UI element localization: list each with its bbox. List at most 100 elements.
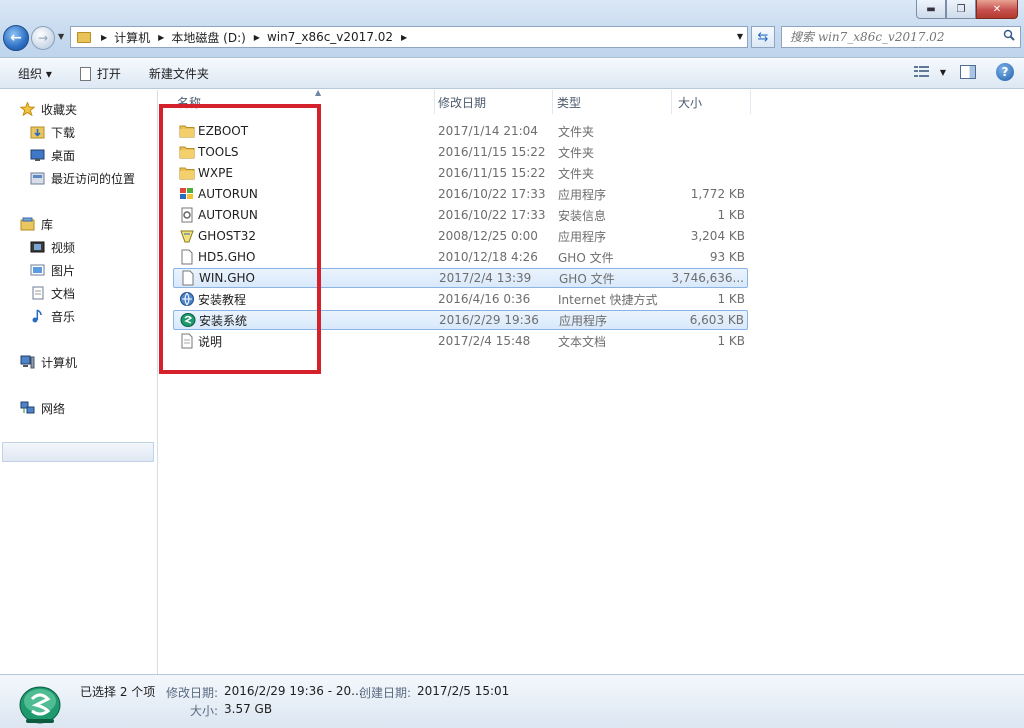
file-modified-date: 2008/12/25 0:00 <box>438 229 538 243</box>
nav-label: 视频 <box>51 240 76 255</box>
organize-button[interactable]: 组织 ▾ <box>12 63 58 85</box>
address-dropdown-icon[interactable]: ▼ <box>737 32 743 41</box>
file-type: 文件夹 <box>558 166 595 181</box>
column-header-date[interactable]: 修改日期 <box>438 90 553 114</box>
file-type: 文本文档 <box>558 334 607 349</box>
column-header-size[interactable]: 大小 <box>678 90 751 114</box>
recent-pages-dropdown[interactable]: ▼ <box>58 32 64 41</box>
breadcrumb-label: win7_x86c_v2017.02 <box>266 30 394 44</box>
star-icon <box>20 102 35 116</box>
breadcrumb-item[interactable]: 本地磁盘 (D:) ▶ <box>171 29 267 46</box>
file-type: 安装信息 <box>558 208 607 223</box>
file-modified-date: 2016/4/16 0:36 <box>438 292 531 306</box>
downloads-folder-icon <box>30 126 45 139</box>
nav-label: 桌面 <box>51 148 76 163</box>
nav-favorites[interactable]: 收藏夹 <box>20 100 77 118</box>
nav-item-recent-places[interactable]: 最近访问的位置 <box>30 169 135 187</box>
nav-label: 图片 <box>51 263 76 278</box>
nav-label: 计算机 <box>41 355 78 370</box>
forward-button[interactable]: → <box>31 26 55 50</box>
back-button[interactable]: ← <box>3 25 29 51</box>
search-input[interactable] <box>782 27 992 47</box>
file-type: 文件夹 <box>558 145 595 160</box>
nav-network[interactable]: 网络 <box>20 399 65 417</box>
explorer-window: ▬ ❐ ✕ ← → ▼ ▶ 计算机 ▶ 本地磁盘 (D:) ▶ win7_x86c_… <box>0 0 1024 728</box>
size-label: 大小: <box>190 704 219 718</box>
file-size: 6,603 KB <box>689 313 744 327</box>
modified-value: 2016/2/29 19:36 - 20... <box>224 684 363 698</box>
refresh-icon: ⇆ <box>757 29 769 45</box>
file-size: 93 KB <box>709 250 745 264</box>
nav-item-music[interactable]: 音乐 <box>30 307 75 325</box>
open-button[interactable]: 打开 <box>74 63 127 85</box>
nav-item-pictures[interactable]: 图片 <box>30 261 75 279</box>
help-icon[interactable]: ? <box>996 63 1014 81</box>
selected-count: 已选择 2 个项 <box>80 685 156 699</box>
caption-buttons: ▬ ❐ ✕ <box>916 0 1018 20</box>
video-icon <box>30 241 45 253</box>
file-modified-date: 2017/2/4 15:48 <box>438 334 531 348</box>
title-bar: ▬ ❐ ✕ ← → ▼ ▶ 计算机 ▶ 本地磁盘 (D:) ▶ win7_x86c_… <box>0 0 1024 58</box>
search-box[interactable] <box>781 26 1021 48</box>
document-icon <box>79 66 91 81</box>
nav-libraries[interactable]: 库 <box>20 215 53 233</box>
breadcrumb-item[interactable]: win7_x86c_v2017.02 ▶ <box>267 30 414 44</box>
file-size: 1 KB <box>717 208 745 222</box>
maximize-button[interactable]: ❐ <box>946 0 976 19</box>
chevron-right-icon: ▶ <box>101 32 108 42</box>
file-modified-date: 2016/11/15 15:22 <box>438 145 546 159</box>
red-annotation-box <box>159 104 321 374</box>
column-label: 大小 <box>678 95 703 110</box>
file-modified-date: 2010/12/18 4:26 <box>438 250 538 264</box>
file-size: 3,204 KB <box>690 229 745 243</box>
minimize-button[interactable]: ▬ <box>916 0 946 19</box>
breadcrumb-label: 计算机 <box>114 30 151 45</box>
nav-label: 库 <box>41 217 54 232</box>
file-modified-date: 2017/1/14 21:04 <box>438 124 538 138</box>
nav-label: 音乐 <box>51 309 76 324</box>
breadcrumb-item[interactable]: 计算机 ▶ <box>114 29 171 46</box>
preview-pane-icon[interactable] <box>960 65 976 79</box>
nav-label: 文档 <box>51 286 76 301</box>
file-type: GHO 文件 <box>559 271 615 286</box>
nav-item-documents[interactable]: 文档 <box>30 284 75 302</box>
change-view-icon[interactable] <box>913 66 930 78</box>
network-icon <box>20 401 35 414</box>
file-size: 1 KB <box>717 292 745 306</box>
file-type: 应用程序 <box>558 229 607 244</box>
back-arrow-icon: ← <box>10 30 22 46</box>
documents-icon <box>32 286 44 300</box>
nav-item-downloads[interactable]: 下载 <box>30 123 75 141</box>
recent-places-icon <box>30 172 45 185</box>
open-label: 打开 <box>96 67 121 81</box>
nav-computer[interactable]: 计算机 <box>20 353 77 371</box>
search-icon[interactable] <box>1003 29 1015 41</box>
forward-arrow-icon: → <box>37 31 49 45</box>
file-type: 应用程序 <box>559 313 608 328</box>
chevron-right-icon[interactable]: ▶ <box>401 33 407 42</box>
chevron-right-icon[interactable]: ▶ <box>254 33 260 42</box>
file-type: Internet 快捷方式 <box>558 292 658 307</box>
column-header-type[interactable]: 类型 <box>557 90 672 114</box>
refresh-button[interactable]: ⇆ <box>751 26 775 48</box>
created-value: 2017/2/5 15:01 <box>417 684 510 698</box>
view-options-dropdown[interactable]: ▼ <box>940 68 946 77</box>
file-modified-date: 2016/10/22 17:33 <box>438 208 546 222</box>
breadcrumb-root-separator[interactable]: ▶ <box>97 33 114 42</box>
pictures-icon <box>30 264 45 276</box>
sort-ascending-icon: ▲ <box>315 88 322 97</box>
nav-computer-highlight <box>2 442 154 462</box>
file-type: 应用程序 <box>558 187 607 202</box>
close-button[interactable]: ✕ <box>976 0 1018 19</box>
nav-label: 收藏夹 <box>41 102 78 117</box>
nav-label: 最近访问的位置 <box>51 171 136 186</box>
chevron-right-icon[interactable]: ▶ <box>158 33 164 42</box>
details-pane: 已选择 2 个项 修改日期: 2016/2/29 19:36 - 20... 创… <box>0 674 1024 728</box>
address-bar[interactable]: ▶ 计算机 ▶ 本地磁盘 (D:) ▶ win7_x86c_v2017.02 ▶ ▼ <box>70 26 748 48</box>
nav-item-desktop[interactable]: 桌面 <box>30 146 75 164</box>
nav-item-videos[interactable]: 视频 <box>30 238 75 256</box>
new-folder-button[interactable]: 新建文件夹 <box>143 63 215 85</box>
file-modified-date: 2016/11/15 15:22 <box>438 166 546 180</box>
file-size: 3,746,636... <box>671 271 744 285</box>
modified-label: 修改日期: <box>166 686 219 700</box>
